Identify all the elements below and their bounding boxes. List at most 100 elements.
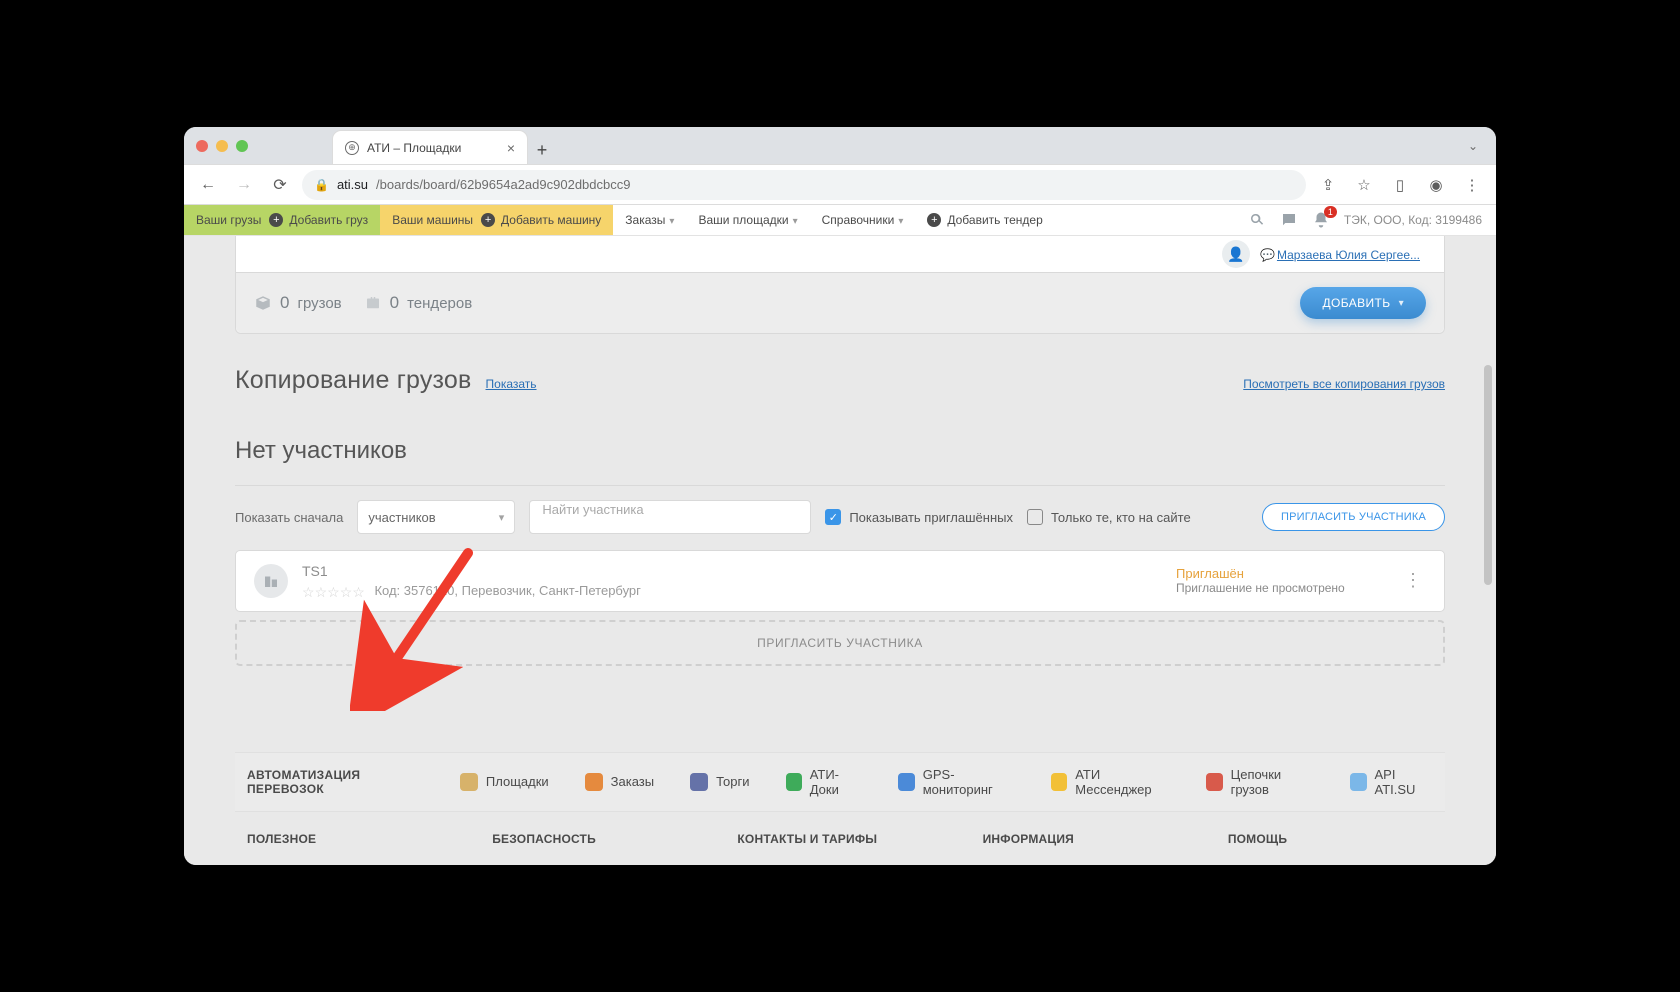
auto-link-boards[interactable]: Площадки <box>460 773 549 791</box>
panel-icon[interactable]: ▯ <box>1386 171 1414 199</box>
notification-badge: 1 <box>1324 206 1337 218</box>
search-participant-field[interactable] <box>540 501 800 518</box>
profile-icon[interactable]: ◉ <box>1422 171 1450 199</box>
auto-link-messenger[interactable]: АТИ Мессенджер <box>1051 767 1170 797</box>
star-icon: ☆ <box>352 585 365 599</box>
notifications-icon[interactable]: 1 <box>1312 211 1330 229</box>
nav-refs[interactable]: Справочники <box>810 205 916 235</box>
nav-add-tender[interactable]: +Добавить тендер <box>915 205 1054 235</box>
checkbox-only-online[interactable]: Только те, кто на сайте <box>1027 509 1191 525</box>
checkbox-unchecked-icon <box>1027 509 1043 525</box>
tab-overflow-icon[interactable]: ⌄ <box>1462 139 1484 153</box>
row-kebab-menu[interactable]: ⋮ <box>1400 570 1426 591</box>
divider <box>235 485 1445 486</box>
share-icon[interactable]: ⇪ <box>1314 171 1342 199</box>
search-icon[interactable] <box>1248 211 1266 229</box>
lock-icon: 🔒 <box>314 178 329 192</box>
checkbox-checked-icon: ✓ <box>825 509 841 525</box>
participant-main: TS1 ☆☆☆☆☆ Код: 3576120, Перевозчик, Санк… <box>302 563 1162 599</box>
browser-window: ⊕ АТИ – Площадки × + ⌄ ← → ⟳ 🔒 ati.su/bo… <box>184 127 1496 865</box>
nav-add-truck[interactable]: +Добавить машину <box>481 213 601 227</box>
nav-your-cargo-label: Ваши грузы <box>196 213 261 227</box>
auto-link-doki[interactable]: АТИ-Доки <box>786 767 863 797</box>
footer-col-info: ИНФОРМАЦИЯ Блог <box>983 832 1188 865</box>
participant-meta-text: Код: 3576120, Перевозчик, Санкт-Петербур… <box>374 583 640 598</box>
avatar-icon: 👤 <box>1222 240 1250 268</box>
nav-add-cargo[interactable]: +Добавить груз <box>269 213 368 227</box>
participant-status: Приглашён Приглашение не просмотрено <box>1176 566 1386 595</box>
auto-link-gps[interactable]: GPS-мониторинг <box>898 767 1015 797</box>
invite-dashed-bar[interactable]: ПРИГЛАСИТЬ УЧАСТНИКА <box>235 620 1445 666</box>
nav-refs-label: Справочники <box>822 213 904 227</box>
board-header-card: 👤 💬Марзаева Юлия Сергее... 0 грузов 0 те… <box>235 236 1445 334</box>
app-top-nav: Ваши грузы +Добавить груз Ваши машины +Д… <box>184 205 1496 236</box>
briefcase-icon <box>364 294 382 312</box>
window-minimize-button[interactable] <box>216 140 228 152</box>
automation-footer-row: АВТОМАТИЗАЦИЯ ПЕРЕВОЗОК Площадки Заказы … <box>235 752 1445 812</box>
nav-add-cargo-label: Добавить груз <box>289 213 368 227</box>
window-maximize-button[interactable] <box>236 140 248 152</box>
auto-link-api[interactable]: API ATI.SU <box>1350 767 1433 797</box>
url-host: ati.su <box>337 177 368 192</box>
square-icon <box>460 773 478 791</box>
tab-favicon: ⊕ <box>345 141 359 155</box>
add-button[interactable]: ДОБАВИТЬ <box>1300 287 1426 319</box>
sort-select[interactable]: участников <box>357 500 515 534</box>
footer-heading: ПОМОЩЬ <box>1228 832 1433 846</box>
checkbox-show-invited[interactable]: ✓ Показывать приглашённых <box>825 509 1013 525</box>
plus-icon: + <box>927 213 941 227</box>
kebab-icon[interactable]: ⋮ <box>1458 171 1486 199</box>
scrollbar-thumb[interactable] <box>1484 365 1492 585</box>
checkbox-only-online-label: Только те, кто на сайте <box>1051 510 1191 525</box>
nav-reload-button[interactable]: ⟳ <box>266 171 294 199</box>
nav-orders[interactable]: Заказы <box>613 205 686 235</box>
footer-col-help: ПОМОЩЬ Видео по работе с ATI.SU <box>1228 832 1433 865</box>
bookmark-icon[interactable]: ☆ <box>1350 171 1378 199</box>
box-icon <box>254 294 272 312</box>
auto-link-orders[interactable]: Заказы <box>585 773 654 791</box>
nav-forward-button[interactable]: → <box>230 171 258 199</box>
nav-back-button[interactable]: ← <box>194 171 222 199</box>
window-titlebar: ⊕ АТИ – Площадки × + ⌄ <box>184 127 1496 165</box>
status-badge: Приглашён <box>1176 566 1386 581</box>
tab-title: АТИ – Площадки <box>367 141 461 155</box>
nav-company-label[interactable]: ТЭК, ООО, Код: 3199486 <box>1344 213 1482 227</box>
footer-col-safety: БЕЗОПАСНОСТЬ Проверки партнеров, водител… <box>492 832 697 865</box>
copy-cargo-title: Копирование грузов <box>235 366 472 395</box>
footer-heading: ИНФОРМАЦИЯ <box>983 832 1188 846</box>
star-icon: ☆ <box>327 585 340 599</box>
plus-icon: + <box>481 213 495 227</box>
auto-link-chains[interactable]: Цепочки грузов <box>1206 767 1314 797</box>
url-path: /boards/board/62b9654a2ad9c902dbdcbcc9 <box>376 177 630 192</box>
address-bar[interactable]: 🔒 ati.su/boards/board/62b9654a2ad9c902db… <box>302 170 1306 200</box>
auto-link-bids[interactable]: Торги <box>690 773 749 791</box>
browser-toolbar: ← → ⟳ 🔒 ati.su/boards/board/62b9654a2ad9… <box>184 165 1496 205</box>
nav-your-trucks[interactable]: Ваши машины +Добавить машину <box>380 205 613 235</box>
copy-show-link[interactable]: Показать <box>486 377 537 391</box>
nav-boards-label: Ваши площадки <box>698 213 797 227</box>
board-footer: 0 грузов 0 тендеров ДОБАВИТЬ <box>236 272 1444 333</box>
page-scrollbar[interactable] <box>1482 205 1494 865</box>
square-icon <box>1051 773 1067 791</box>
browser-tab-active[interactable]: ⊕ АТИ – Площадки × <box>332 130 528 164</box>
tab-close-icon[interactable]: × <box>507 140 515 156</box>
browser-tabs: ⊕ АТИ – Площадки × + <box>332 127 556 164</box>
copy-view-all-link[interactable]: Посмотреть все копирования грузов <box>1243 377 1445 391</box>
sort-value: участников <box>368 510 435 525</box>
square-icon <box>585 773 603 791</box>
nav-your-trucks-label: Ваши машины <box>392 213 473 227</box>
chat-icon[interactable] <box>1280 211 1298 229</box>
new-tab-button[interactable]: + <box>528 136 556 164</box>
copy-cargo-section: Копирование грузов Показать Посмотреть в… <box>235 366 1445 395</box>
contact-name-link[interactable]: Марзаева Юлия Сергее... <box>1277 248 1420 262</box>
participant-row[interactable]: TS1 ☆☆☆☆☆ Код: 3576120, Перевозчик, Санк… <box>235 550 1445 612</box>
rating-stars: ☆☆☆☆☆ <box>302 585 365 599</box>
status-subtext: Приглашение не просмотрено <box>1176 581 1386 595</box>
star-icon: ☆ <box>340 585 353 599</box>
window-close-button[interactable] <box>196 140 208 152</box>
invite-participant-button[interactable]: ПРИГЛАСИТЬ УЧАСТНИКА <box>1262 503 1445 531</box>
search-participant-input[interactable] <box>529 500 811 534</box>
nav-boards[interactable]: Ваши площадки <box>686 205 809 235</box>
page-viewport: Ваши грузы +Добавить груз Ваши машины +Д… <box>184 205 1496 865</box>
nav-your-cargo[interactable]: Ваши грузы +Добавить груз <box>184 205 380 235</box>
